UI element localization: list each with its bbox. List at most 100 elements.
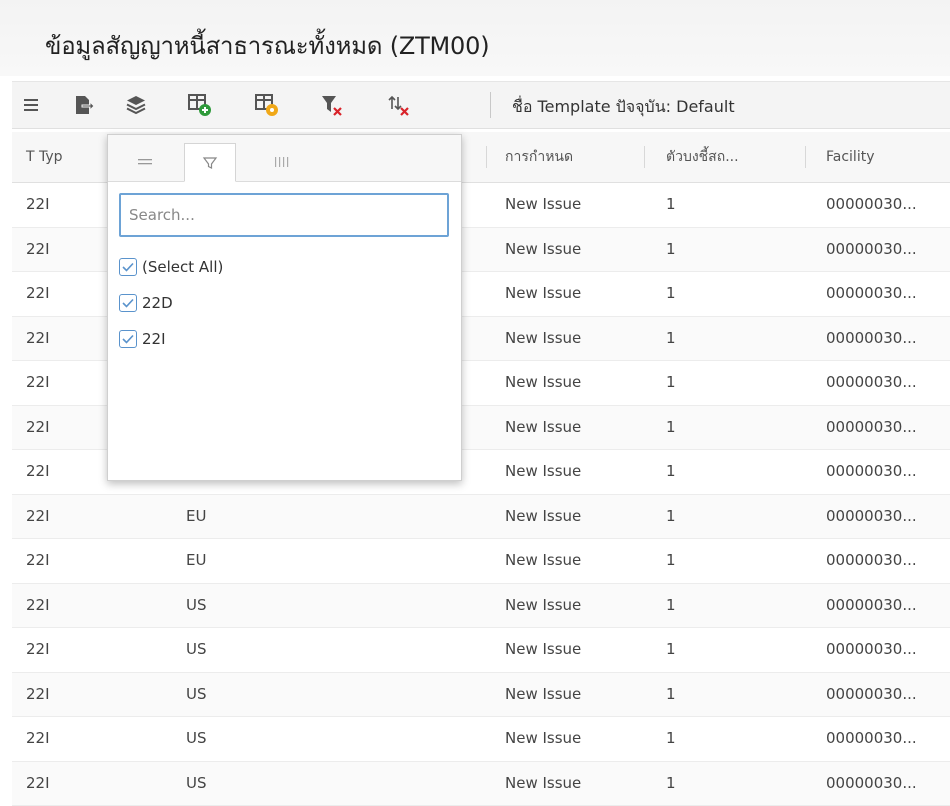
cell-type: 22I	[26, 673, 50, 716]
export-icon[interactable]	[69, 90, 99, 120]
filter-option-22i[interactable]: 22I	[119, 326, 223, 352]
cell-indicator: 1	[666, 762, 676, 805]
cell-facility: 00000030...	[826, 584, 917, 627]
filter-search-input[interactable]	[119, 193, 449, 237]
cell-type: 22I	[26, 717, 50, 760]
filter-option-select-all[interactable]: (Select All)	[119, 254, 223, 280]
cell-issue-type: New Issue	[505, 628, 581, 671]
cell-facility: 00000030...	[826, 762, 917, 805]
checkbox[interactable]	[119, 330, 137, 348]
column-separator	[805, 146, 806, 168]
filter-options: (Select All) 22D 22I	[119, 255, 223, 363]
toolbar: ชื่อ Template ปัจจุบัน: Default	[12, 81, 950, 129]
cell-issue-type: New Issue	[505, 228, 581, 271]
cell-issue-type: New Issue	[505, 762, 581, 805]
cell-type: 22I	[26, 272, 50, 315]
column-header-facility[interactable]: Facility	[826, 132, 875, 182]
cell-type: 22I	[26, 539, 50, 582]
table-row[interactable]: 22I US New Issue 1 00000030...	[12, 584, 950, 629]
cell-type: 22I	[26, 762, 50, 805]
cell-type: 22I	[26, 183, 50, 226]
cell-indicator: 1	[666, 361, 676, 404]
cell-facility: 00000030...	[826, 495, 917, 538]
cell-facility: 00000030...	[826, 406, 917, 449]
cell-issue-type: New Issue	[505, 495, 581, 538]
cell-issue-type: New Issue	[505, 673, 581, 716]
layers-icon[interactable]	[121, 90, 151, 120]
cell-facility: 00000030...	[826, 272, 917, 315]
cell-issue-type: New Issue	[505, 717, 581, 760]
cell-indicator: 1	[666, 539, 676, 582]
cell-indicator: 1	[666, 317, 676, 360]
table-row[interactable]: 22I EU New Issue 1 00000030...	[12, 495, 950, 540]
table-row[interactable]: 22IUSNew Issue100000030...	[12, 673, 950, 718]
cell-type: 22I	[26, 406, 50, 449]
cell-currency: US	[186, 628, 207, 671]
cell-issue-type: New Issue	[505, 450, 581, 493]
cell-issue-type: New Issue	[505, 406, 581, 449]
cell-facility: 00000030...	[826, 717, 917, 760]
cell-facility: 00000030...	[826, 539, 917, 582]
column-separator	[486, 146, 487, 168]
cell-issue-type: New Issue	[505, 317, 581, 360]
clear-sort-icon[interactable]	[384, 90, 414, 120]
title-bar: ข้อมูลสัญญาหนี้สาธารณะทั้งหมด (ZTM00)	[0, 0, 950, 76]
cell-indicator: 1	[666, 584, 676, 627]
menu-icon[interactable]	[120, 143, 170, 181]
table-row[interactable]: 22I US New Issue 1 00000030...	[12, 628, 950, 673]
cell-type: 22I	[26, 495, 50, 538]
cell-issue-type: New Issue	[505, 361, 581, 404]
filter-option-label: 22D	[142, 294, 173, 312]
cell-indicator: 1	[666, 717, 676, 760]
cell-facility: 00000030...	[826, 450, 917, 493]
checkbox[interactable]	[119, 294, 137, 312]
cell-currency: US	[186, 673, 207, 716]
cell-type: 22I	[26, 317, 50, 360]
cell-indicator: 1	[666, 406, 676, 449]
cell-indicator: 1	[666, 228, 676, 271]
cell-currency: EU	[186, 539, 206, 582]
list-icon[interactable]	[16, 90, 46, 120]
table-row[interactable]: 22I US New Issue 1 00000030...	[12, 717, 950, 762]
filter-option-label: 22I	[142, 330, 166, 348]
cell-type: 22I	[26, 584, 50, 627]
column-separator	[644, 146, 645, 168]
cell-type: 22I	[26, 361, 50, 404]
cell-indicator: 1	[666, 183, 676, 226]
checkbox[interactable]	[119, 258, 137, 276]
columns-icon[interactable]	[256, 143, 306, 181]
clear-filter-icon[interactable]	[317, 90, 347, 120]
cell-facility: 00000030...	[826, 628, 917, 671]
column-header-indicator[interactable]: ตัวบงชี้สถ...	[666, 132, 739, 182]
cell-issue-type: New Issue	[505, 183, 581, 226]
edit-template-icon[interactable]	[252, 90, 282, 120]
cell-currency: US	[186, 717, 207, 760]
cell-indicator: 1	[666, 272, 676, 315]
cell-facility: 00000030...	[826, 361, 917, 404]
filter-popup: (Select All) 22D 22I	[107, 134, 462, 481]
cell-currency: US	[186, 584, 207, 627]
cell-facility: 00000030...	[826, 228, 917, 271]
cell-issue-type: New Issue	[505, 272, 581, 315]
cell-indicator: 1	[666, 673, 676, 716]
cell-issue-type: New Issue	[505, 539, 581, 582]
cell-issue-type: New Issue	[505, 584, 581, 627]
cell-currency: EU	[186, 495, 206, 538]
filter-icon[interactable]	[184, 143, 236, 182]
cell-indicator: 1	[666, 628, 676, 671]
cell-type: 22I	[26, 628, 50, 671]
cell-type: 22I	[26, 228, 50, 271]
column-header-designation[interactable]: การกำหนด	[505, 132, 573, 182]
table-row[interactable]: 22I EU New Issue 1 00000030...	[12, 539, 950, 584]
add-template-icon[interactable]	[185, 90, 215, 120]
template-label: ชื่อ Template ปัจจุบัน: Default	[512, 95, 735, 120]
filter-popup-tabs	[108, 135, 461, 182]
cell-indicator: 1	[666, 450, 676, 493]
filter-option-22d[interactable]: 22D	[119, 290, 223, 316]
cell-type: 22I	[26, 450, 50, 493]
cell-indicator: 1	[666, 495, 676, 538]
cell-facility: 00000030...	[826, 317, 917, 360]
cell-facility: 00000030...	[826, 183, 917, 226]
page-title: ข้อมูลสัญญาหนี้สาธารณะทั้งหมด (ZTM00)	[45, 26, 489, 65]
column-header-type[interactable]: T Typ	[26, 132, 63, 182]
